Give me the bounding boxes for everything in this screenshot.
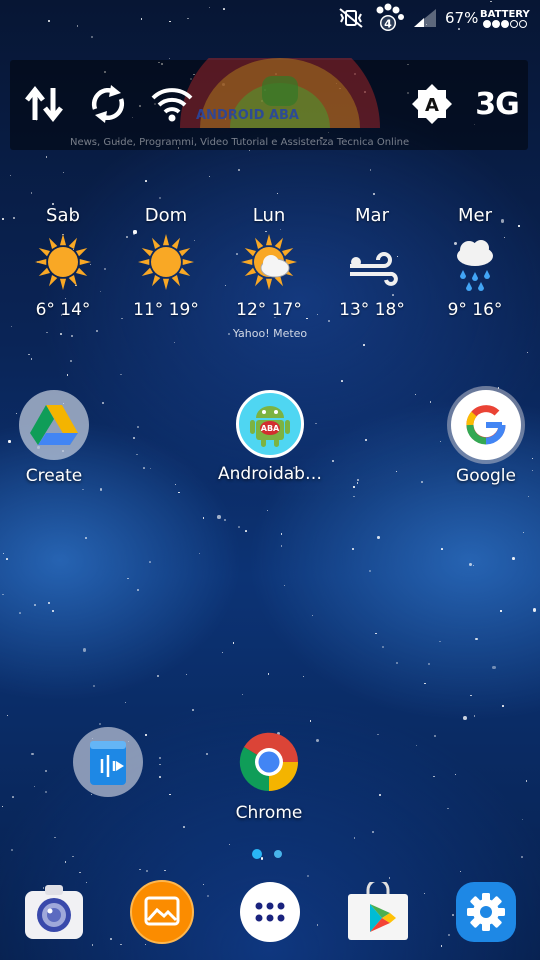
page-dot[interactable]	[274, 850, 282, 858]
weather-day-3: Lun 12° 17°	[219, 205, 319, 320]
weather-temps: 6° 14°	[35, 300, 91, 320]
weather-day-name: Sab	[46, 205, 80, 226]
google-icon	[451, 390, 521, 460]
network-mode-toggle[interactable]: 3G	[472, 82, 522, 126]
weather-day-2: Dom 11° 19°	[116, 205, 216, 320]
wind-icon	[350, 252, 398, 286]
create-app[interactable]: Create	[0, 390, 114, 486]
camera-icon[interactable]	[22, 880, 86, 944]
weather-day-1: Sab 6° 14°	[13, 205, 113, 320]
weather-temps: 13° 18°	[339, 300, 405, 320]
weather-widget[interactable]: Sab 6° 14° Dom 11° 19° Lun 12° 17° Mar 1…	[0, 205, 540, 345]
page-indicator[interactable]	[252, 849, 282, 859]
battery-percent: 67%	[445, 9, 479, 27]
rain-cloud-icon	[457, 240, 493, 291]
play-store-icon[interactable]	[346, 880, 410, 944]
wifi-toggle[interactable]	[150, 82, 194, 126]
androidaba-app[interactable]: ABA Androidab…	[210, 390, 330, 484]
brightness-icon: A	[412, 84, 452, 124]
settings-icon[interactable]	[454, 880, 518, 944]
watermark-tagline: News, Guide, Programmi, Video Tutorial e…	[70, 137, 410, 148]
android-aba-watermark-logo	[180, 58, 380, 128]
notification-count: 4	[384, 18, 392, 31]
app-label: Chrome	[235, 803, 303, 823]
chrome-icon	[234, 727, 304, 797]
page-dot-active[interactable]	[252, 849, 262, 859]
battery-dots-icon: BATTERY	[480, 0, 530, 36]
app-label: Google	[456, 466, 516, 486]
sun-icon	[35, 234, 91, 290]
weather-temps: 11° 19°	[133, 300, 199, 320]
chrome-app[interactable]: Chrome	[209, 727, 329, 823]
gallery-icon[interactable]	[130, 880, 194, 944]
brightness-label: A	[425, 95, 439, 116]
data-transfer-toggle[interactable]	[22, 82, 66, 126]
watermark-name: ANDROID ABA	[196, 108, 299, 123]
android-aba-icon: ABA	[236, 390, 304, 458]
weather-day-name: Mar	[355, 205, 389, 226]
paw-notification-icon[interactable]: 4	[372, 0, 406, 36]
app-label: Androidab…	[218, 464, 322, 484]
aba-badge-text: ABA	[261, 424, 280, 433]
app-label: Create	[25, 466, 83, 486]
weather-day-4: Mar 13° 18°	[322, 205, 422, 320]
sync-icon	[91, 85, 125, 123]
weather-day-name: Mer	[457, 205, 492, 226]
partly-cloudy-icon	[241, 234, 297, 290]
weather-source: Yahoo! Meteo	[232, 327, 308, 340]
weather-day-name: Lun	[252, 205, 286, 226]
wifi-icon	[151, 88, 193, 122]
status-bar: 4 67% BATTERY	[0, 0, 540, 36]
weather-temps: 9° 16°	[447, 300, 503, 320]
mute-vibrate-icon	[338, 0, 364, 36]
weather-temps: 12° 17°	[236, 300, 302, 320]
auto-brightness-toggle[interactable]: A	[410, 82, 454, 126]
sun-icon	[138, 234, 194, 290]
drive-create-icon	[19, 390, 89, 460]
weather-day-5: Mer 9° 16°	[425, 205, 525, 320]
signal-icon	[412, 0, 438, 36]
music-player-icon	[73, 727, 143, 797]
music-folder-app[interactable]	[48, 727, 168, 797]
weather-day-name: Dom	[144, 205, 188, 226]
auto-sync-toggle[interactable]	[86, 82, 130, 126]
google-app[interactable]: Google	[426, 390, 540, 486]
up-down-arrows-icon	[25, 86, 63, 122]
app-drawer-icon[interactable]	[238, 880, 302, 944]
battery-label: BATTERY	[480, 8, 530, 20]
